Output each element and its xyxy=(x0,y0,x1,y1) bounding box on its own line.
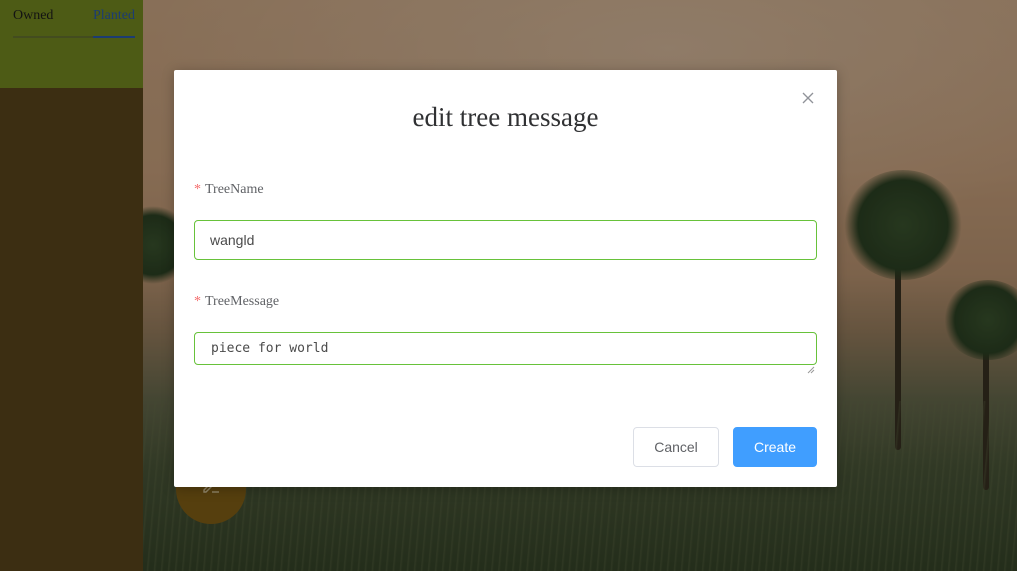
required-marker: * xyxy=(194,294,201,309)
tree-message-label-text: TreeMessage xyxy=(205,294,280,309)
dialog-title: edit tree message xyxy=(412,102,599,132)
cancel-button[interactable]: Cancel xyxy=(633,427,719,467)
tree-message-textarea[interactable]: piece for world xyxy=(194,332,817,374)
tree-name-label-text: TreeName xyxy=(205,182,264,197)
tree-message-value: piece for world xyxy=(211,341,329,356)
tree-message-label: * TreeMessage xyxy=(194,294,279,310)
required-marker: * xyxy=(194,182,201,197)
dialog-close-button[interactable] xyxy=(799,89,817,107)
tree-name-label: * TreeName xyxy=(194,182,264,198)
textarea-resize-handle[interactable] xyxy=(807,355,815,374)
create-button[interactable]: Create xyxy=(733,427,817,467)
app-page: Owned Planted edit tree message * TreeNa… xyxy=(0,0,1017,571)
edit-tree-dialog: edit tree message * TreeName wangld * Tree… xyxy=(174,70,837,487)
tree-name-input[interactable]: wangld xyxy=(194,220,817,260)
close-icon xyxy=(799,89,817,107)
